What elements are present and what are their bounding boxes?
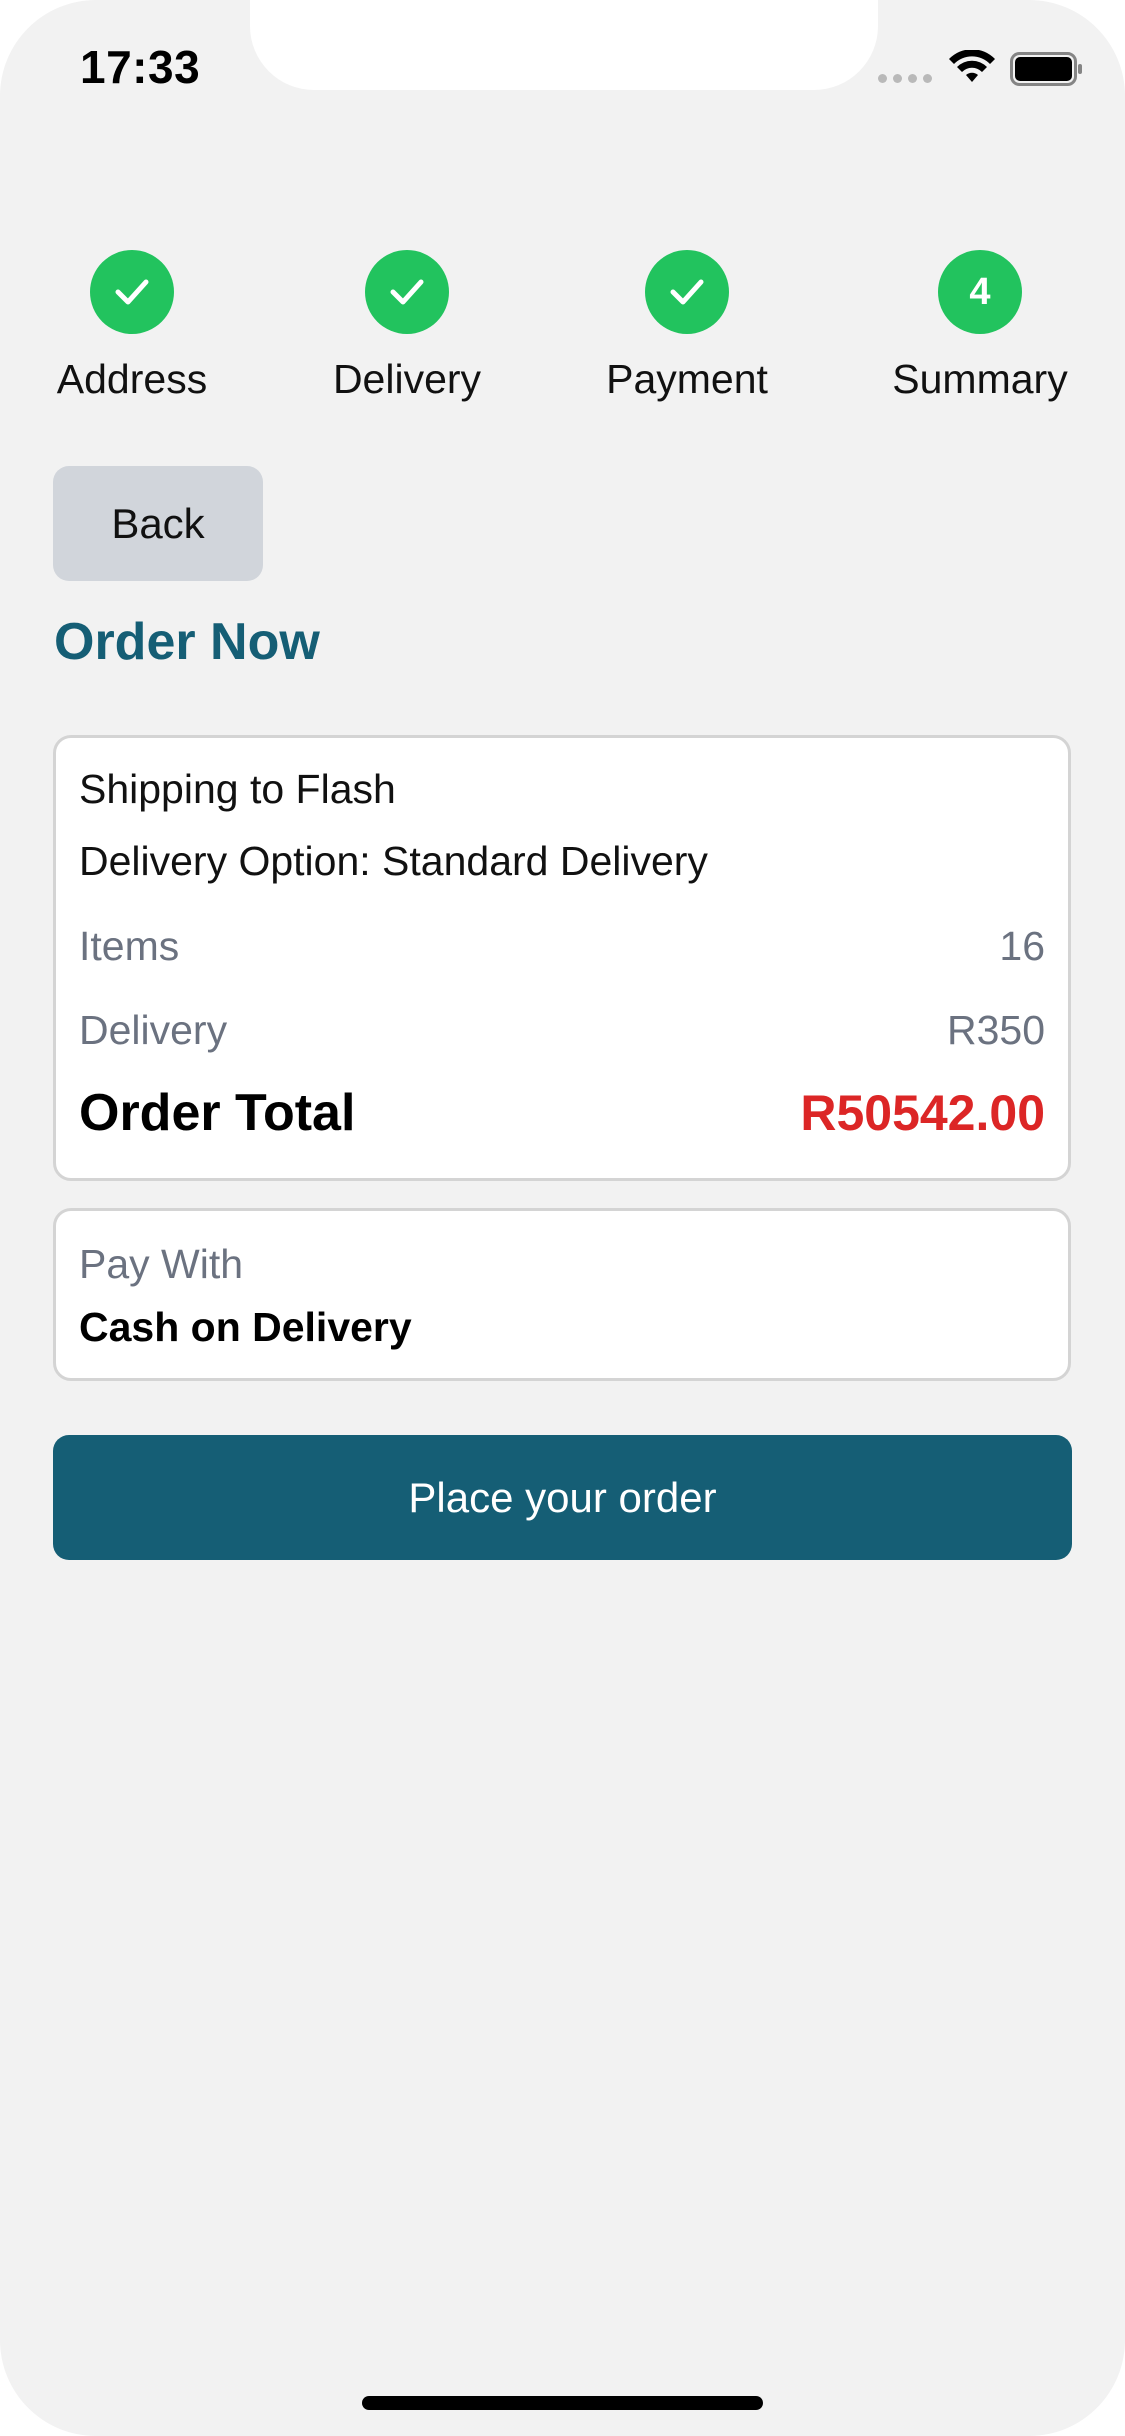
step-delivery[interactable]: Delivery [297, 250, 517, 403]
delivery-row: Delivery R350 [79, 1007, 1045, 1054]
wifi-icon [949, 50, 995, 82]
step-label: Summary [892, 356, 1068, 402]
payment-method-value: Cash on Delivery [79, 1304, 412, 1350]
battery-icon [1010, 52, 1082, 86]
order-summary-card: Shipping to Flash Delivery Option: Stand… [53, 735, 1071, 1181]
delivery-option-text: Delivery Option: Standard Delivery [79, 838, 708, 884]
check-icon [670, 279, 704, 305]
page-title: Order Now [54, 613, 320, 671]
step-label: Payment [606, 356, 768, 402]
pay-with-label: Pay With [79, 1241, 244, 1287]
order-total-value: R50542.00 [800, 1085, 1045, 1141]
step-complete-indicator [90, 250, 174, 334]
status-time: 17:33 [80, 41, 201, 93]
home-indicator [362, 2396, 763, 2410]
notch [250, 0, 878, 90]
place-order-button[interactable]: Place your order [53, 1435, 1072, 1560]
order-total-label: Order Total [79, 1084, 356, 1142]
check-icon [115, 279, 149, 305]
payment-method-card: Pay With Cash on Delivery [53, 1208, 1071, 1381]
delivery-value: R350 [946, 1007, 1045, 1053]
check-icon [390, 279, 424, 305]
step-complete-indicator [365, 250, 449, 334]
order-total-row: Order Total R50542.00 [79, 1083, 1045, 1143]
step-label: Delivery [332, 356, 482, 402]
step-payment[interactable]: Payment [577, 250, 797, 403]
items-value: 16 [999, 923, 1045, 969]
screen: 17:33 Address Delivery Payment 4 Summary… [0, 0, 1125, 2436]
back-button[interactable]: Back [53, 466, 263, 581]
status-icons [878, 48, 1088, 88]
step-address[interactable]: Address [22, 250, 242, 403]
signal-icon [878, 74, 932, 83]
checkout-stepper: Address Delivery Payment 4 Summary [0, 250, 1125, 420]
step-complete-indicator [645, 250, 729, 334]
items-label: Items [79, 923, 180, 969]
step-summary[interactable]: 4 Summary [870, 250, 1090, 403]
items-row: Items 16 [79, 923, 1045, 970]
shipping-text: Shipping to Flash [79, 766, 396, 812]
step-label: Address [56, 356, 208, 402]
step-number-badge: 4 [938, 250, 1022, 334]
delivery-label: Delivery [79, 1007, 228, 1053]
